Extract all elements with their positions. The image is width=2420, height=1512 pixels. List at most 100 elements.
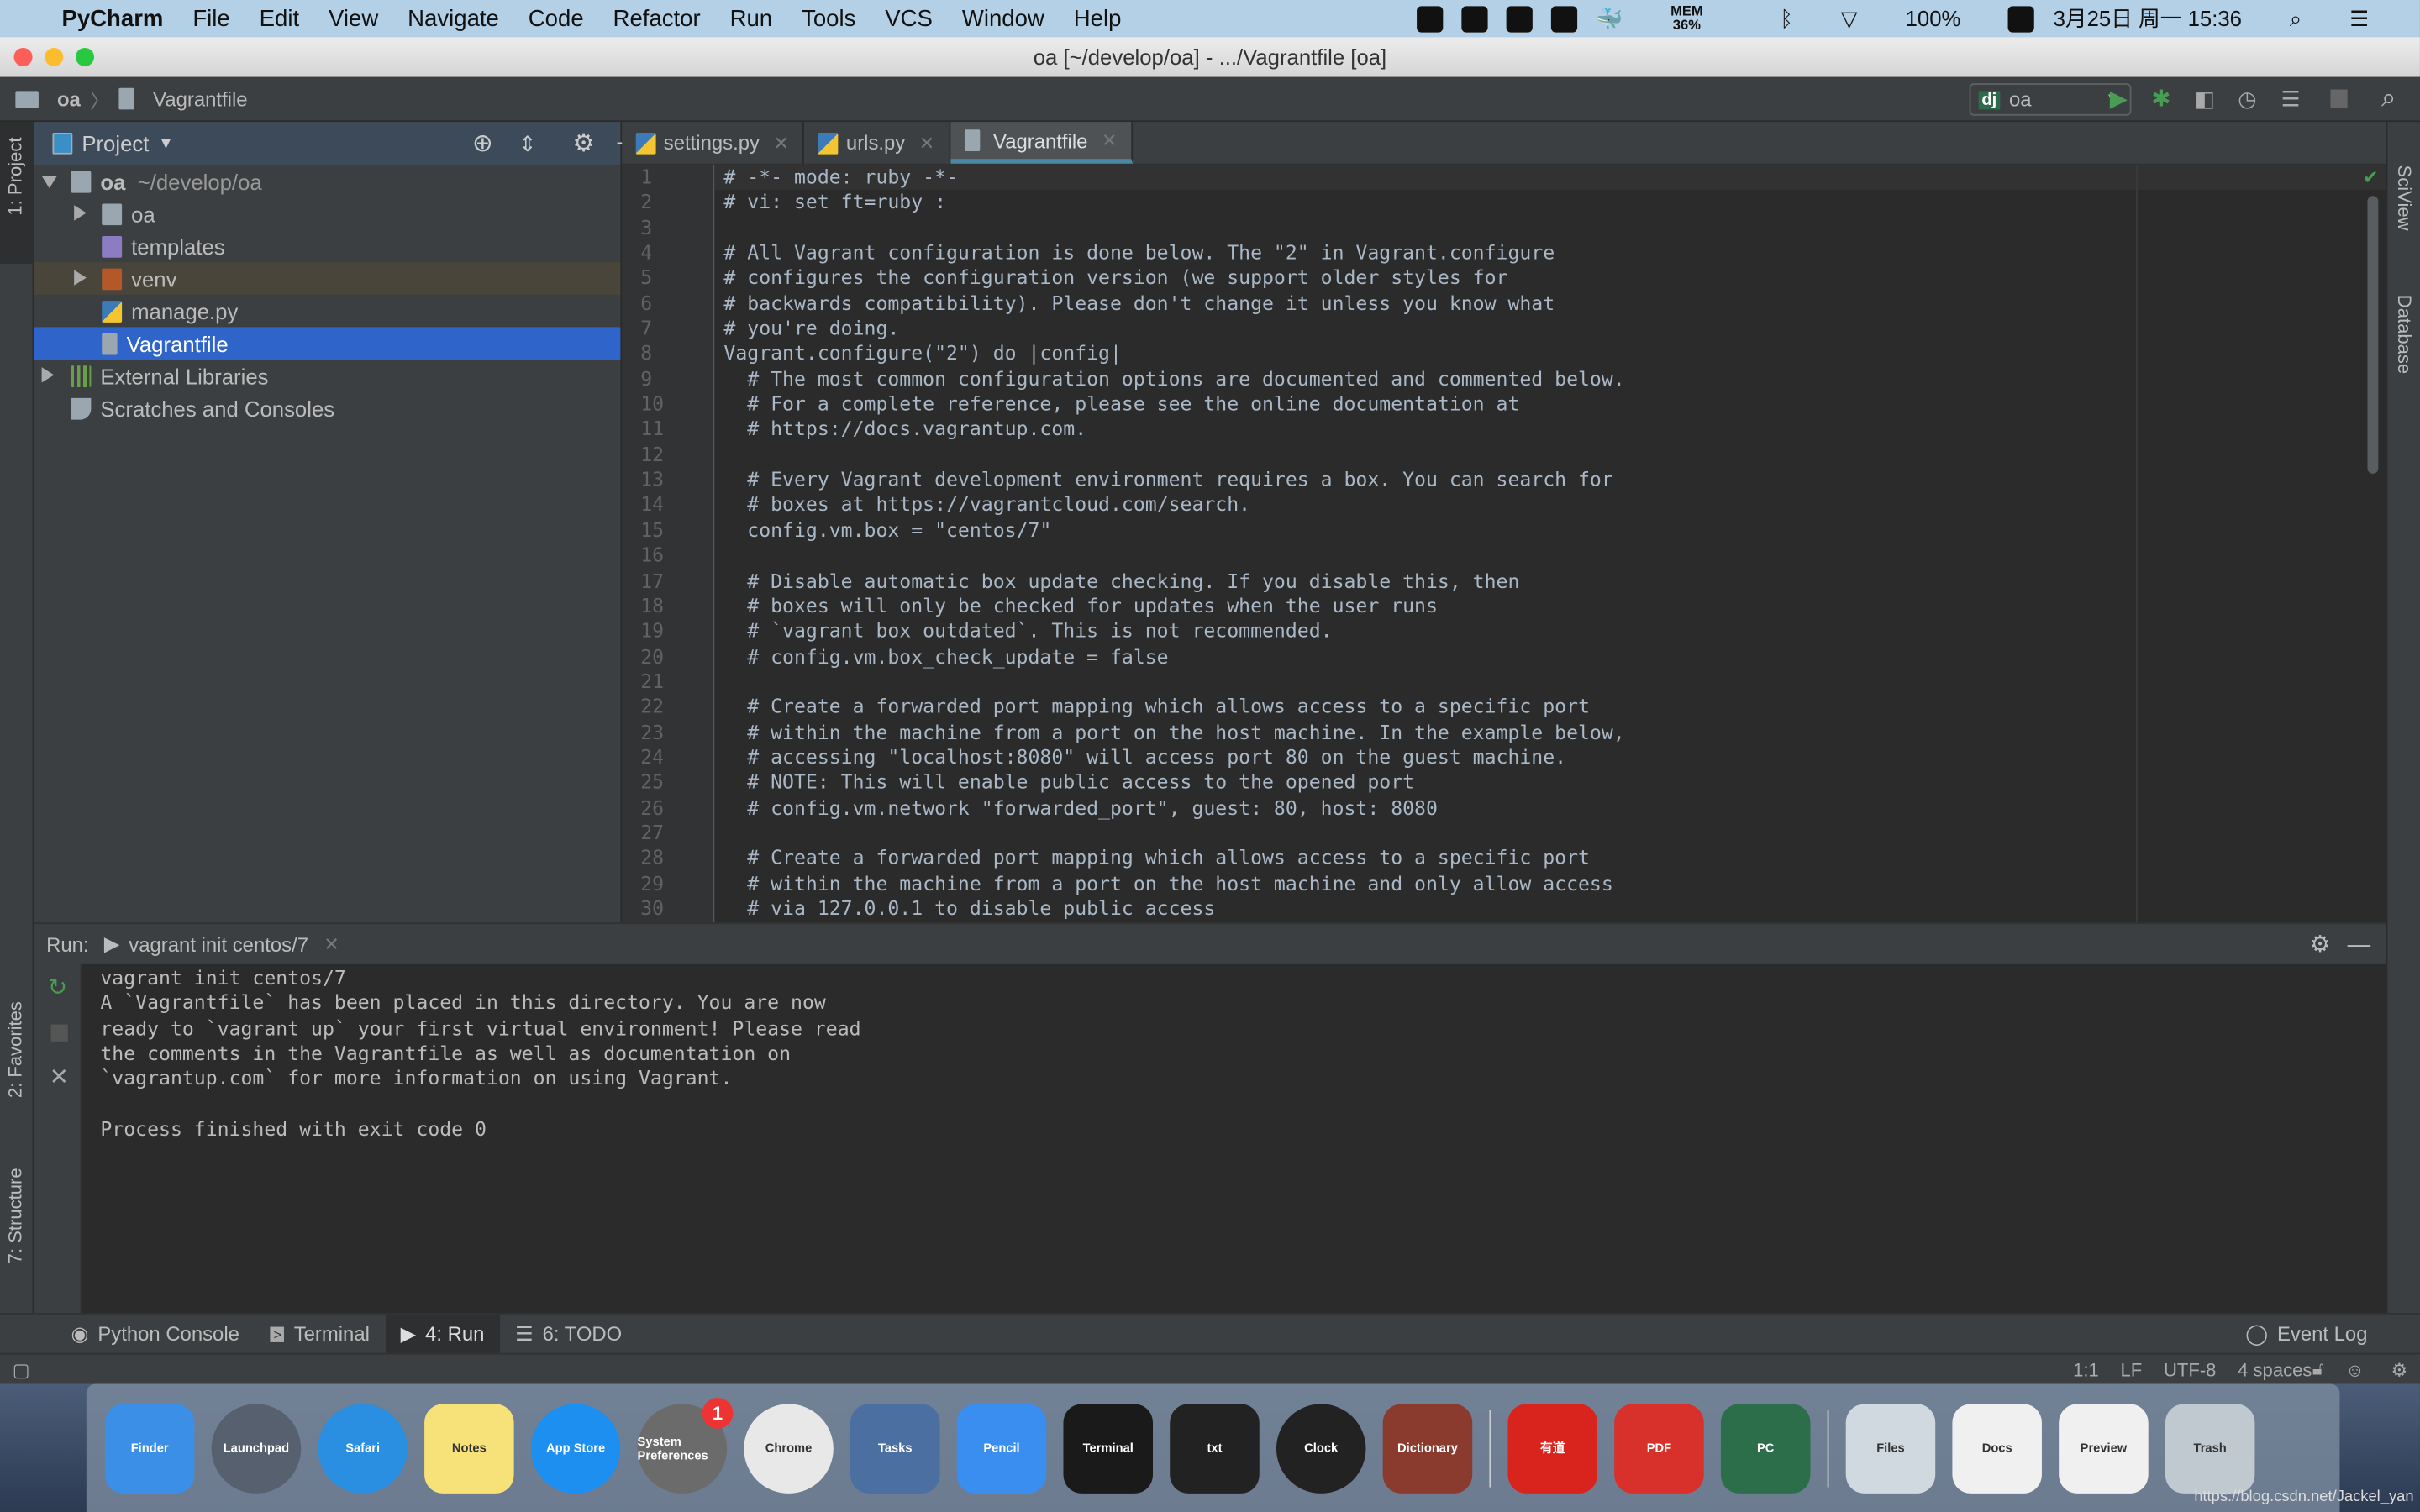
spotlight-icon[interactable]: ⌕ xyxy=(2290,5,2302,31)
docker-icon[interactable]: 🐳 xyxy=(1596,5,1623,31)
tray-app-icon[interactable] xyxy=(1417,5,1444,32)
dock-app-preview[interactable]: Preview xyxy=(2059,1403,2149,1494)
close-tab-icon[interactable]: ✕ xyxy=(919,132,934,154)
dock-app-chrome[interactable]: Chrome xyxy=(744,1403,834,1494)
collapse-all-icon[interactable]: ⇕ xyxy=(518,130,537,156)
dock-app-app-store[interactable]: App Store xyxy=(530,1403,621,1494)
profile-icon[interactable]: ◷ xyxy=(2238,86,2256,112)
menu-file[interactable]: File xyxy=(192,5,229,31)
input-method-icon[interactable] xyxy=(1506,5,1533,32)
dock-app-clock[interactable]: Clock xyxy=(1276,1403,1366,1494)
run-icon[interactable]: ▶ xyxy=(2110,85,2128,113)
menu-app[interactable]: PyCharm xyxy=(61,5,163,31)
close-window-button[interactable] xyxy=(13,47,33,66)
tree-item-external-libraries[interactable]: External Libraries xyxy=(34,360,620,392)
mem-indicator[interactable]: MEM 36% xyxy=(1670,4,1732,33)
battery-percent[interactable]: 100% xyxy=(1906,6,1961,30)
memory-indicator-icon[interactable]: ⚙ xyxy=(2391,1358,2407,1380)
menu-edit[interactable]: Edit xyxy=(260,5,299,31)
dock-app-tasks[interactable]: Tasks xyxy=(850,1403,940,1494)
caret-position[interactable]: 1:1 xyxy=(2073,1358,2099,1380)
minimize-window-button[interactable] xyxy=(45,47,64,66)
concurrency-icon[interactable]: ☰ xyxy=(2281,86,2301,112)
todo-button[interactable]: ☰ 6: TODO xyxy=(500,1314,638,1354)
tray-app-icon[interactable] xyxy=(1550,5,1578,32)
dock-app-launchpad[interactable]: Launchpad xyxy=(211,1403,302,1494)
structure-tool-button[interactable]: 7: Structure xyxy=(5,1168,27,1263)
database-tool-button[interactable]: Database xyxy=(2394,295,2416,374)
dock-app-terminal[interactable]: Terminal xyxy=(1063,1403,1154,1494)
dock-app-system-preferences[interactable]: System Preferences 1 xyxy=(637,1397,734,1494)
menu-help[interactable]: Help xyxy=(1074,5,1122,31)
breadcrumb-vagrantfile[interactable]: Vagrantfile xyxy=(153,87,247,111)
toggle-tool-windows-icon[interactable]: ▢ xyxy=(13,1358,30,1380)
tree-item-venv[interactable]: venv xyxy=(34,262,621,295)
indent-select[interactable]: 4 spaces xyxy=(2238,1358,2312,1380)
zoom-window-button[interactable] xyxy=(75,47,95,66)
dock-app-files[interactable]: Files xyxy=(1845,1403,1936,1494)
dock-app-finder[interactable]: Finder xyxy=(104,1403,195,1494)
tree-item-templates[interactable]: templates xyxy=(34,230,620,263)
breadcrumb-oa[interactable]: oa xyxy=(57,87,81,111)
bluetooth-icon[interactable]: ᛒ xyxy=(1780,6,1792,30)
wifi-icon[interactable]: ▽ xyxy=(1841,5,1858,31)
hide-panel-icon[interactable]: — xyxy=(2348,931,2371,957)
dock-app-pdf[interactable]: PDF xyxy=(1614,1403,1704,1494)
sync-icon[interactable] xyxy=(2008,5,2035,32)
gear-icon[interactable]: ⚙ xyxy=(2310,931,2331,958)
menu-navigate[interactable]: Navigate xyxy=(408,5,499,31)
tree-item-oa[interactable]: oa xyxy=(34,197,620,230)
line-separator-select[interactable]: LF xyxy=(2121,1358,2143,1380)
dock-app-trash[interactable]: Trash xyxy=(2165,1403,2255,1494)
menu-run[interactable]: Run xyxy=(730,5,773,31)
menu-refactor[interactable]: Refactor xyxy=(613,5,701,31)
locate-icon[interactable]: ⊕ xyxy=(472,128,493,159)
notification-center-icon[interactable]: ☰ xyxy=(2349,5,2369,31)
menu-view[interactable]: View xyxy=(329,5,378,31)
editor-scrollbar[interactable] xyxy=(2367,196,2379,474)
rerun-icon[interactable]: ↻ xyxy=(48,974,67,1001)
coverage-icon[interactable]: ◧ xyxy=(2195,86,2215,112)
dock-app-[interactable]: 有道 xyxy=(1507,1403,1597,1494)
tree-item-root[interactable]: oa ~/develop/oa xyxy=(34,165,620,198)
run-tool-button[interactable]: ▶ 4: Run xyxy=(385,1313,500,1354)
dock-app-pc[interactable]: PC xyxy=(1720,1403,1811,1494)
menu-tools[interactable]: Tools xyxy=(802,5,855,31)
search-everywhere-icon[interactable]: ⌕ xyxy=(2381,83,2396,114)
tab-vagrantfile[interactable]: Vagrantfile ✕ xyxy=(950,122,1133,164)
inspection-ok-icon[interactable]: ✔ xyxy=(2363,166,2378,188)
menu-vcs[interactable]: VCS xyxy=(885,5,933,31)
dock-app-docs[interactable]: Docs xyxy=(1952,1403,2042,1494)
close-tab-icon[interactable]: ✕ xyxy=(773,132,788,154)
tree-item-vagrantfile[interactable]: Vagrantfile xyxy=(34,327,621,360)
stop-icon[interactable] xyxy=(50,1024,68,1042)
run-tab[interactable]: ▶ vagrant init centos/7 ✕ xyxy=(104,932,339,956)
clock[interactable]: 3月25日 周一 15:36 xyxy=(2054,3,2242,34)
sciview-tool-button[interactable]: SciView xyxy=(2394,165,2416,231)
tree-item-scratches[interactable]: Scratches and Consoles xyxy=(34,392,620,425)
lock-icon[interactable]: 🔓︎ xyxy=(2312,1357,2324,1381)
encoding-select[interactable]: UTF-8 xyxy=(2164,1358,2216,1380)
debug-icon[interactable]: ✱ xyxy=(2151,85,2170,113)
event-log-button[interactable]: ◯ Event Log xyxy=(2230,1314,2383,1354)
menu-window[interactable]: Window xyxy=(962,5,1044,31)
project-view-select[interactable]: Project xyxy=(82,131,149,155)
menu-code[interactable]: Code xyxy=(529,5,584,31)
dock-app-notes[interactable]: Notes xyxy=(424,1403,514,1494)
run-config-select[interactable]: dj oa ▼ xyxy=(1969,83,2132,116)
favorites-tool-button[interactable]: 2: Favorites xyxy=(5,1001,27,1098)
microphone-icon[interactable] xyxy=(1461,5,1488,32)
close-tab-icon[interactable]: ✕ xyxy=(1102,129,1117,151)
run-console-output[interactable]: vagrant init centos/7 A `Vagrantfile` has… xyxy=(82,963,2386,1314)
tree-item-manage-py[interactable]: manage.py xyxy=(34,295,620,328)
tab-settings-py[interactable]: settings.py ✕ xyxy=(622,122,805,164)
project-tool-button[interactable]: 1: Project xyxy=(5,137,27,215)
terminal-button[interactable]: > Terminal xyxy=(255,1314,385,1354)
dock-app-txt[interactable]: txt xyxy=(1170,1403,1260,1494)
gear-icon[interactable]: ⚙ xyxy=(572,128,594,159)
dock-app-safari[interactable]: Safari xyxy=(318,1403,408,1494)
python-console-button[interactable]: ◉ Python Console xyxy=(55,1314,255,1354)
tab-urls-py[interactable]: urls.py ✕ xyxy=(804,122,950,164)
close-tab-icon[interactable]: ✕ xyxy=(324,933,339,955)
dock-app-pencil[interactable]: Pencil xyxy=(956,1403,1047,1494)
